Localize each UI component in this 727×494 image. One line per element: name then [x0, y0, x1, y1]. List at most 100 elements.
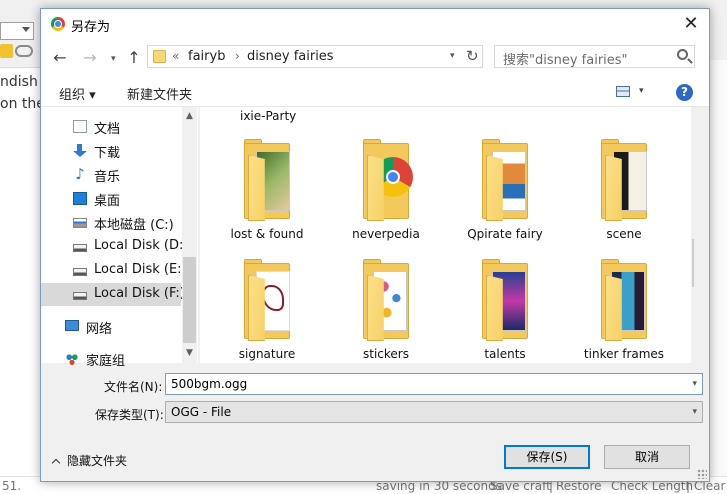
file-item-label: signature	[238, 347, 296, 361]
downloads-icon	[73, 144, 87, 157]
highlight-icon[interactable]	[0, 44, 13, 58]
sidebar-item-label: 下载	[94, 146, 121, 161]
file-item-label: talents	[484, 347, 526, 361]
filetype-value: OGG - File	[171, 405, 232, 419]
file-item-label: tinker frames	[583, 347, 665, 361]
cancel-button[interactable]: 取消	[604, 445, 690, 469]
desktop-icon	[73, 192, 87, 205]
folder-item-neverpedia[interactable]: neverpedia	[327, 139, 445, 258]
hide-folders-toggle[interactable]: 隐藏文件夹	[51, 452, 128, 469]
filename-input[interactable]: 500bgm.ogg ▾	[165, 373, 703, 395]
refresh-icon[interactable]: ↻	[466, 47, 479, 65]
sidebar-item-desktop[interactable]: 桌面	[41, 187, 181, 210]
breadcrumb-overflow[interactable]: «	[172, 49, 179, 63]
network-icon	[65, 320, 79, 331]
navigation-bar: ← → ▾ ↑ « fairyb › disney fairies ▾ ↻ 搜索…	[41, 39, 709, 77]
up-button[interactable]: ↑	[125, 48, 143, 68]
search-placeholder: 搜索"disney fairies"	[503, 53, 628, 68]
sidebar-item-label: Local Disk (D:)	[94, 238, 189, 253]
status-text: 51.	[2, 479, 22, 493]
filename-label: 文件名(N):	[104, 380, 163, 394]
hide-folders-label: 隐藏文件夹	[67, 454, 128, 468]
scroll-up-icon[interactable]: ▲	[692, 111, 694, 126]
drive-c-icon	[73, 218, 87, 228]
file-item-label: lost & found	[230, 227, 304, 241]
sidebar-item-label: 音乐	[94, 170, 121, 185]
documents-icon	[73, 120, 87, 133]
folder-item-signature[interactable]: signature	[208, 259, 326, 363]
folder-item-qpirate-fairy[interactable]: Qpirate fairy	[446, 139, 564, 258]
folder-item-scene[interactable]: scene	[565, 139, 683, 258]
chevron-down-icon	[22, 27, 30, 32]
sidebar-item-label: Local Disk (E:)	[94, 262, 187, 277]
help-icon[interactable]: ?	[676, 84, 693, 101]
close-button[interactable]: ✕	[677, 11, 705, 37]
drive-icon	[73, 268, 87, 276]
view-dropdown-icon[interactable]: ▾	[639, 86, 644, 96]
folder-item-lost-found[interactable]: lost & found	[208, 139, 326, 258]
navigation-pane: 文档 下载 ♪ 音乐 桌面 本地磁盘 (C:) Local Disk (D:) …	[41, 107, 198, 369]
sidebar-item-documents[interactable]: 文档	[41, 115, 181, 138]
command-bar: 组织 ▾ 新建文件夹 ▾ ?	[41, 77, 709, 107]
file-list-scroll-thumb[interactable]	[692, 239, 694, 287]
sidebar-item-homegroup[interactable]: 家庭组	[41, 347, 181, 370]
background-panel-edge	[709, 60, 727, 480]
breadcrumb-separator[interactable]: ›	[235, 49, 240, 63]
sidebar-item-drive-c[interactable]: 本地磁盘 (C:)	[41, 211, 181, 234]
search-icon[interactable]	[677, 49, 688, 60]
homegroup-icon	[65, 352, 79, 365]
sidebar-item-label: Local Disk (F:)	[94, 286, 185, 301]
filetype-label: 保存类型(T):	[95, 408, 164, 422]
file-item-label: stickers	[363, 347, 409, 361]
file-list: ixie-Party lost & found neverpedia Qpira…	[200, 107, 694, 363]
scroll-down-icon[interactable]: ▼	[182, 346, 197, 361]
link-icon[interactable]	[15, 45, 33, 57]
sidebar-item-network[interactable]: 网络	[41, 315, 181, 338]
sidebar-item-drive-f[interactable]: Local Disk (F:)	[41, 283, 185, 306]
background-font-combo[interactable]	[0, 22, 34, 40]
sidebar-item-label: 家庭组	[86, 354, 126, 369]
breadcrumb-item[interactable]: fairyb	[188, 49, 225, 64]
save-button[interactable]: 保存(S)	[504, 445, 590, 469]
resize-grip-icon[interactable]	[697, 469, 707, 479]
recent-locations-button[interactable]: ▾	[111, 54, 116, 64]
sidebar-scroll-thumb[interactable]	[183, 257, 196, 343]
address-bar[interactable]: « fairyb › disney fairies ▾ ↻	[147, 45, 483, 68]
file-list-scrollbar[interactable]: ▲ ▼	[691, 107, 694, 363]
sidebar-item-label: 本地磁盘 (C:)	[94, 218, 174, 233]
folder-item-stickers[interactable]: stickers	[327, 259, 445, 363]
file-item-label[interactable]: ixie-Party	[240, 109, 296, 123]
scroll-up-icon[interactable]: ▲	[182, 109, 197, 124]
sidebar-item-music[interactable]: ♪ 音乐	[41, 163, 181, 186]
filetype-select[interactable]: OGG - File ▾	[165, 401, 703, 423]
dialog-titlebar[interactable]: 另存为 ✕	[41, 9, 709, 39]
address-dropdown-icon[interactable]: ▾	[450, 51, 455, 61]
folder-icon	[153, 50, 166, 63]
sidebar-item-downloads[interactable]: 下载	[41, 139, 181, 162]
sidebar-item-label: 文档	[94, 122, 121, 137]
drive-icon	[73, 292, 87, 300]
dialog-title: 另存为	[71, 20, 111, 35]
sidebar-item-label: 桌面	[94, 194, 121, 209]
folder-item-talents[interactable]: talents	[446, 259, 564, 363]
sidebar-item-drive-d[interactable]: Local Disk (D:)	[41, 235, 188, 258]
breadcrumb-item[interactable]: disney fairies	[247, 49, 334, 64]
new-folder-button[interactable]: 新建文件夹	[127, 84, 192, 103]
organize-menu[interactable]: 组织 ▾	[59, 84, 96, 103]
filetype-dropdown-icon[interactable]: ▾	[692, 407, 697, 417]
save-as-dialog: 另存为 ✕ ← → ▾ ↑ « fairyb › disney fairies …	[40, 8, 710, 482]
file-item-label: neverpedia	[352, 227, 420, 241]
view-icon[interactable]	[616, 86, 630, 97]
search-box[interactable]: 搜索"disney fairies"	[494, 45, 695, 68]
folder-item-tinker-frames[interactable]: tinker frames	[565, 259, 683, 363]
drive-icon	[73, 244, 87, 252]
file-item-label: Qpirate fairy	[467, 227, 543, 241]
back-button[interactable]: ←	[51, 48, 69, 68]
sidebar-item-drive-e[interactable]: Local Disk (E:)	[41, 259, 187, 282]
sidebar-item-label: 网络	[86, 322, 113, 337]
forward-button[interactable]: →	[81, 48, 99, 68]
scroll-down-icon[interactable]: ▼	[692, 347, 694, 362]
chrome-center	[386, 170, 400, 184]
filename-dropdown-icon[interactable]: ▾	[692, 379, 697, 389]
filename-value[interactable]: 500bgm.ogg	[171, 377, 247, 391]
